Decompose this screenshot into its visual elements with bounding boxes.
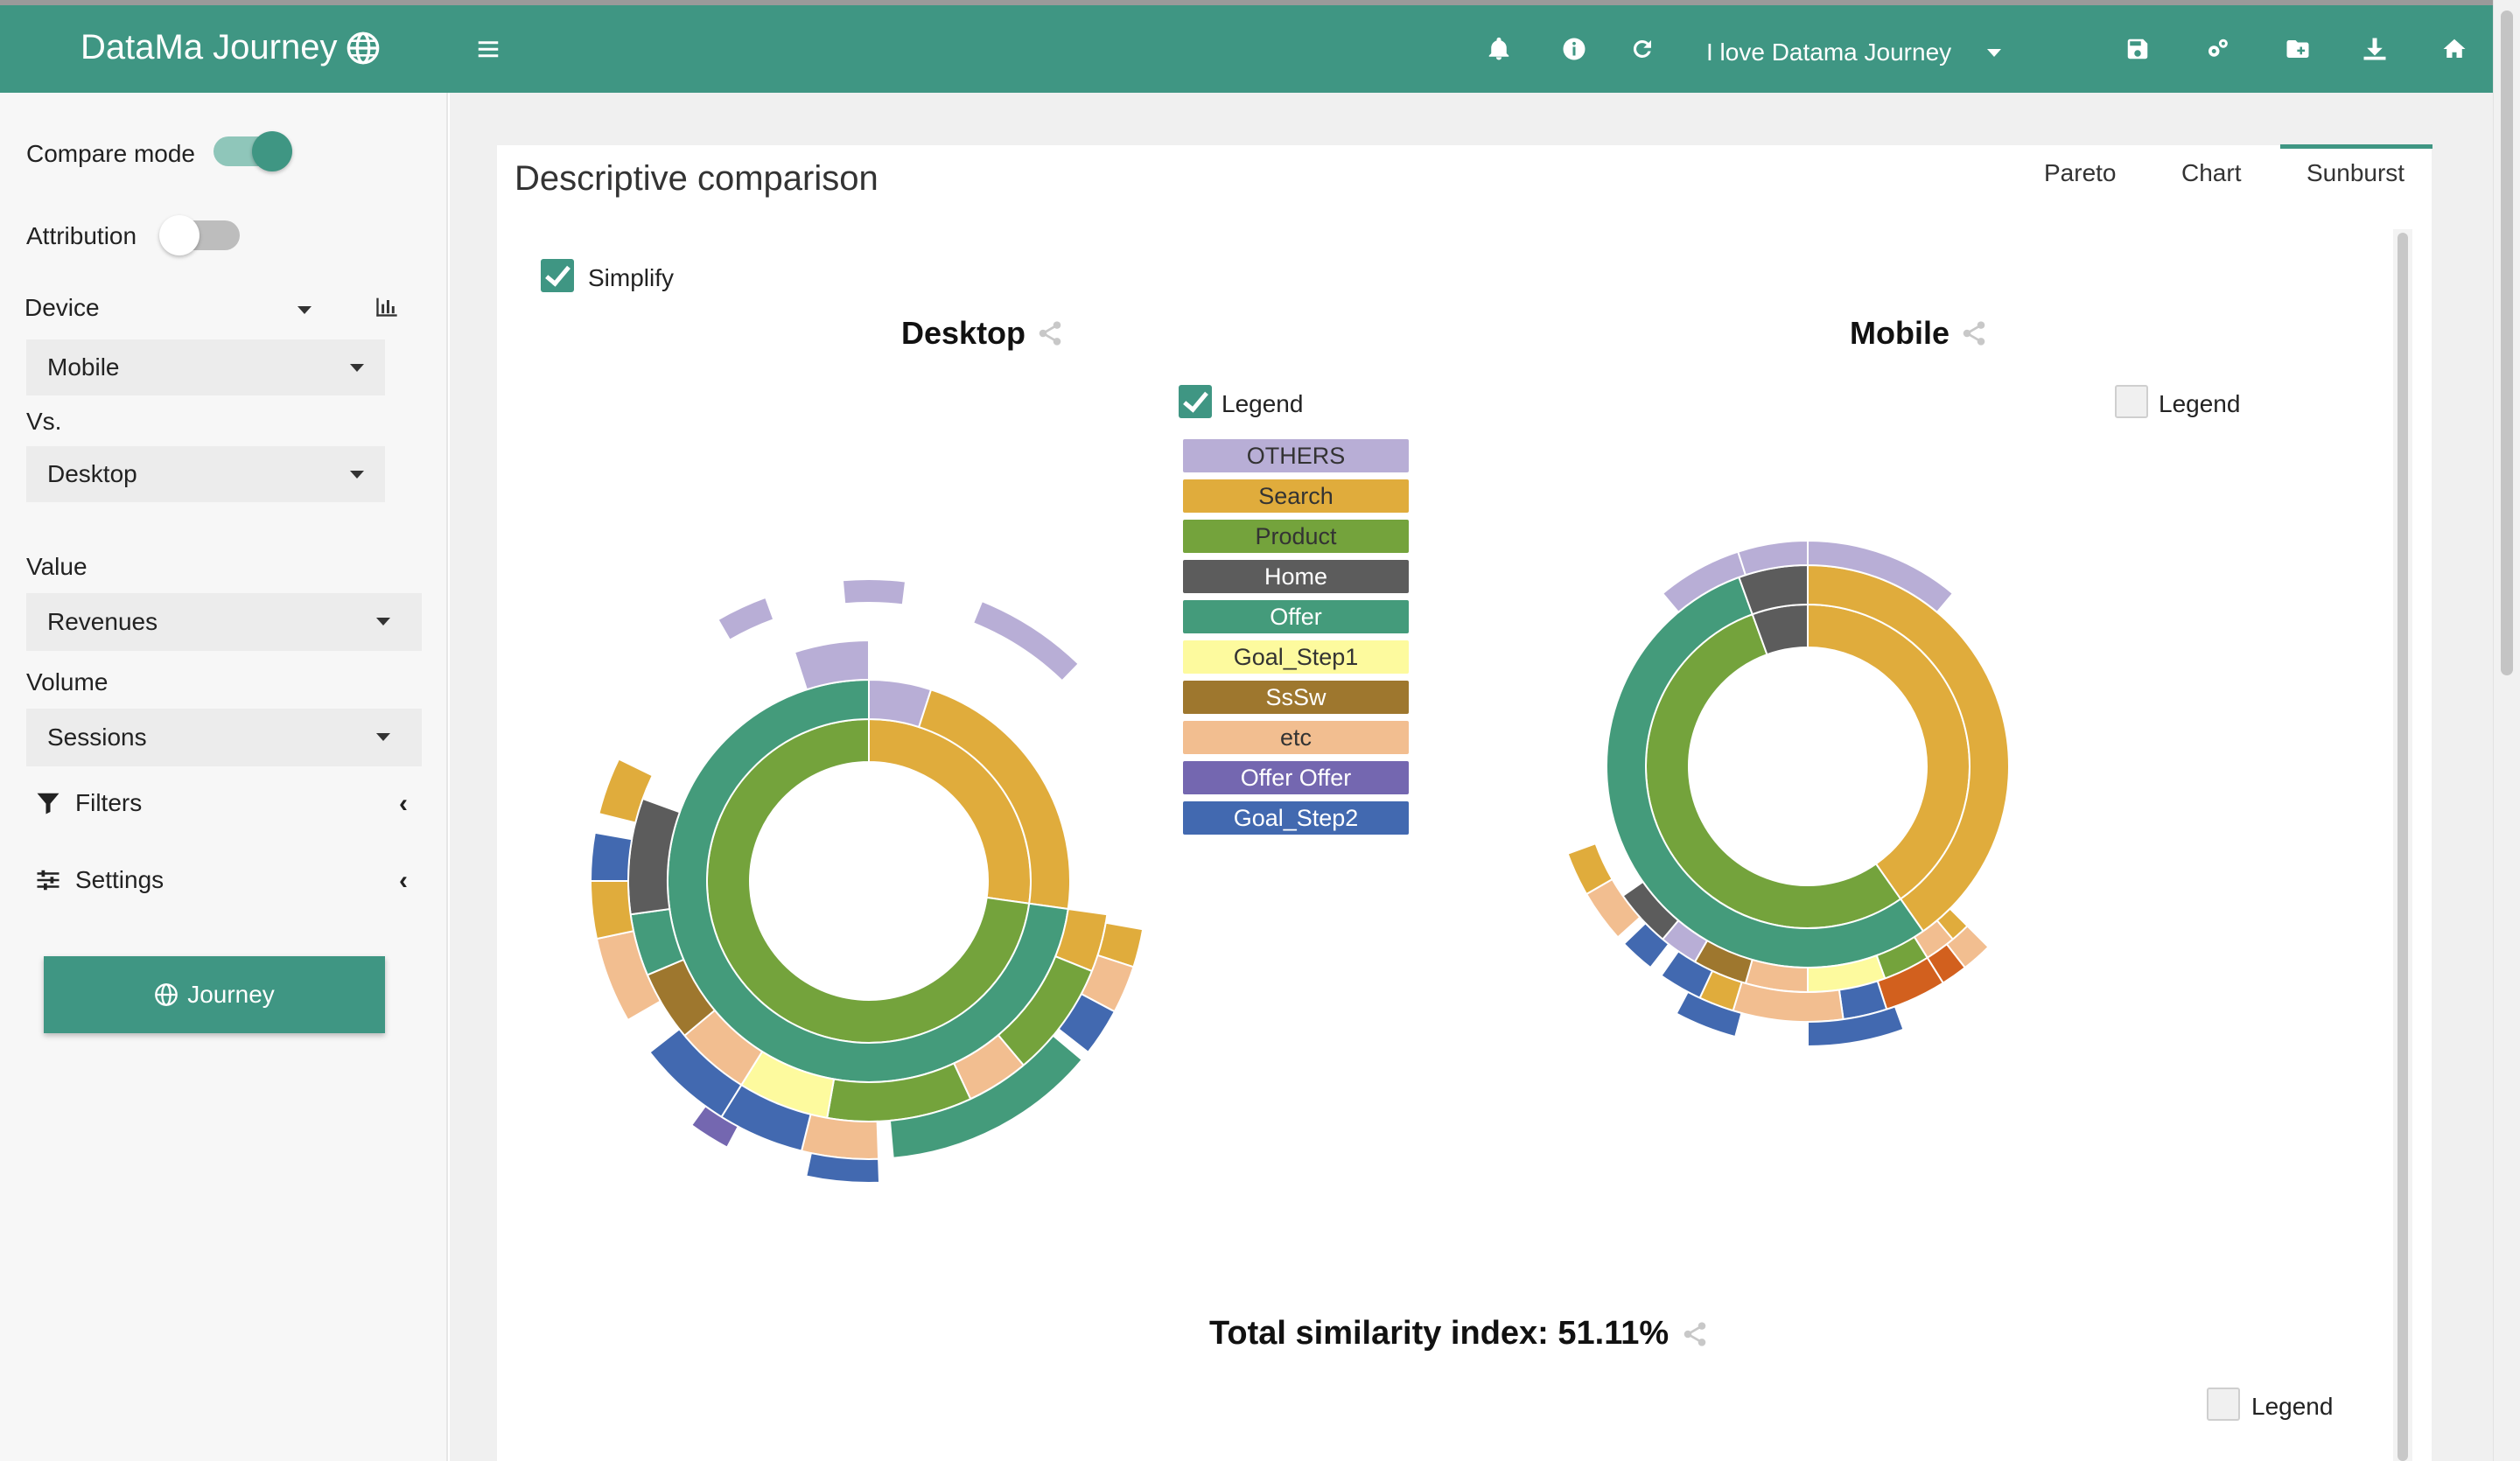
- desktop-sunburst-ring4-segment10[interactable]: [589, 831, 634, 882]
- similarity-text: Total similarity index: 51.11%: [1209, 1315, 1670, 1352]
- desktop-sunburst[interactable]: [0, 0, 2520, 1461]
- share-icon[interactable]: [1681, 1320, 1709, 1348]
- desktop-sunburst-ring5-segment5[interactable]: [717, 596, 775, 641]
- bottom-legend-label: Legend: [2251, 1393, 2334, 1420]
- desktop-sunburst-ring4-segment5[interactable]: [800, 1113, 880, 1160]
- desktop-sunburst-ring4-segment9[interactable]: [589, 880, 635, 940]
- bottom-legend-checkbox[interactable]: [2207, 1388, 2240, 1421]
- similarity-index: Total similarity index: 51.11%: [1209, 1315, 1709, 1353]
- desktop-sunburst-ring5-segment3[interactable]: [841, 578, 907, 606]
- desktop-sunburst-ring5-segment4[interactable]: [971, 599, 1081, 682]
